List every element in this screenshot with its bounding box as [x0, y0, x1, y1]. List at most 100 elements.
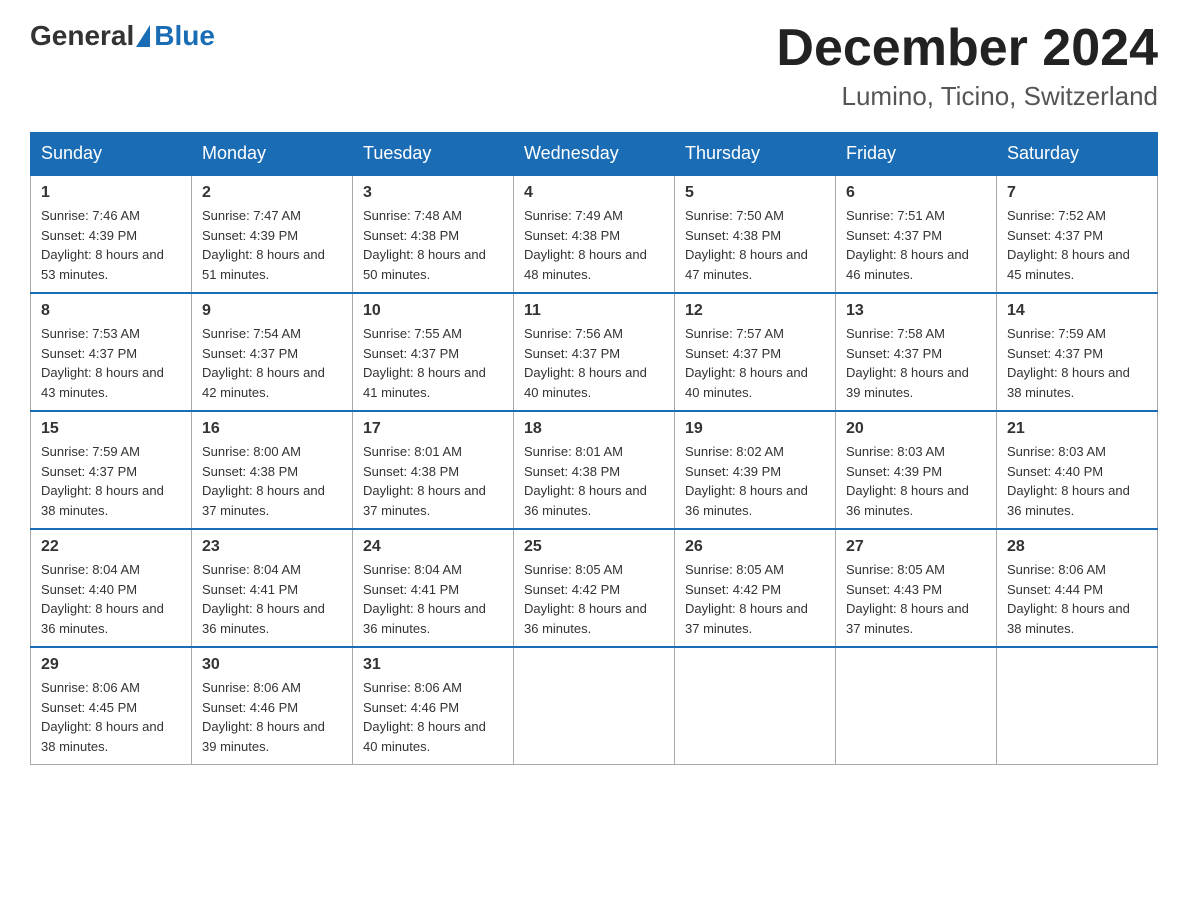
col-tuesday: Tuesday [353, 133, 514, 176]
day-number: 15 [41, 420, 181, 438]
day-number: 4 [524, 184, 664, 202]
calendar-day-cell [514, 647, 675, 765]
calendar-day-cell: 12 Sunrise: 7:57 AM Sunset: 4:37 PM Dayl… [675, 293, 836, 411]
day-info: Sunrise: 7:48 AM Sunset: 4:38 PM Dayligh… [363, 206, 503, 284]
day-info: Sunrise: 8:05 AM Sunset: 4:42 PM Dayligh… [685, 560, 825, 638]
col-friday: Friday [836, 133, 997, 176]
calendar-day-cell: 6 Sunrise: 7:51 AM Sunset: 4:37 PM Dayli… [836, 175, 997, 293]
day-info: Sunrise: 7:56 AM Sunset: 4:37 PM Dayligh… [524, 324, 664, 402]
day-number: 18 [524, 420, 664, 438]
day-info: Sunrise: 7:53 AM Sunset: 4:37 PM Dayligh… [41, 324, 181, 402]
day-number: 7 [1007, 184, 1147, 202]
day-info: Sunrise: 7:57 AM Sunset: 4:37 PM Dayligh… [685, 324, 825, 402]
calendar-day-cell: 28 Sunrise: 8:06 AM Sunset: 4:44 PM Dayl… [997, 529, 1158, 647]
month-title: December 2024 [776, 20, 1158, 77]
col-monday: Monday [192, 133, 353, 176]
calendar-day-cell: 8 Sunrise: 7:53 AM Sunset: 4:37 PM Dayli… [31, 293, 192, 411]
calendar-header-row: Sunday Monday Tuesday Wednesday Thursday… [31, 133, 1158, 176]
day-number: 21 [1007, 420, 1147, 438]
col-thursday: Thursday [675, 133, 836, 176]
day-number: 3 [363, 184, 503, 202]
day-number: 14 [1007, 302, 1147, 320]
calendar-day-cell: 17 Sunrise: 8:01 AM Sunset: 4:38 PM Dayl… [353, 411, 514, 529]
calendar-day-cell [997, 647, 1158, 765]
day-info: Sunrise: 8:06 AM Sunset: 4:44 PM Dayligh… [1007, 560, 1147, 638]
calendar-day-cell: 18 Sunrise: 8:01 AM Sunset: 4:38 PM Dayl… [514, 411, 675, 529]
calendar-day-cell: 27 Sunrise: 8:05 AM Sunset: 4:43 PM Dayl… [836, 529, 997, 647]
col-wednesday: Wednesday [514, 133, 675, 176]
day-info: Sunrise: 7:54 AM Sunset: 4:37 PM Dayligh… [202, 324, 342, 402]
day-info: Sunrise: 8:02 AM Sunset: 4:39 PM Dayligh… [685, 442, 825, 520]
day-info: Sunrise: 7:58 AM Sunset: 4:37 PM Dayligh… [846, 324, 986, 402]
calendar-day-cell: 30 Sunrise: 8:06 AM Sunset: 4:46 PM Dayl… [192, 647, 353, 765]
day-number: 9 [202, 302, 342, 320]
day-info: Sunrise: 8:05 AM Sunset: 4:42 PM Dayligh… [524, 560, 664, 638]
day-info: Sunrise: 8:01 AM Sunset: 4:38 PM Dayligh… [363, 442, 503, 520]
calendar-day-cell: 14 Sunrise: 7:59 AM Sunset: 4:37 PM Dayl… [997, 293, 1158, 411]
calendar-day-cell: 7 Sunrise: 7:52 AM Sunset: 4:37 PM Dayli… [997, 175, 1158, 293]
page-header: General Blue December 2024 Lumino, Ticin… [30, 20, 1158, 112]
day-info: Sunrise: 7:50 AM Sunset: 4:38 PM Dayligh… [685, 206, 825, 284]
logo: General Blue [30, 20, 215, 52]
day-info: Sunrise: 8:06 AM Sunset: 4:46 PM Dayligh… [202, 678, 342, 756]
title-block: December 2024 Lumino, Ticino, Switzerlan… [776, 20, 1158, 112]
day-number: 12 [685, 302, 825, 320]
calendar-day-cell: 5 Sunrise: 7:50 AM Sunset: 4:38 PM Dayli… [675, 175, 836, 293]
day-number: 8 [41, 302, 181, 320]
day-number: 22 [41, 538, 181, 556]
day-info: Sunrise: 8:06 AM Sunset: 4:45 PM Dayligh… [41, 678, 181, 756]
day-number: 5 [685, 184, 825, 202]
day-number: 29 [41, 656, 181, 674]
day-number: 19 [685, 420, 825, 438]
day-number: 11 [524, 302, 664, 320]
day-number: 24 [363, 538, 503, 556]
calendar-day-cell: 9 Sunrise: 7:54 AM Sunset: 4:37 PM Dayli… [192, 293, 353, 411]
location: Lumino, Ticino, Switzerland [776, 81, 1158, 112]
day-info: Sunrise: 7:51 AM Sunset: 4:37 PM Dayligh… [846, 206, 986, 284]
day-number: 10 [363, 302, 503, 320]
calendar-day-cell: 3 Sunrise: 7:48 AM Sunset: 4:38 PM Dayli… [353, 175, 514, 293]
calendar-table: Sunday Monday Tuesday Wednesday Thursday… [30, 132, 1158, 765]
calendar-day-cell: 22 Sunrise: 8:04 AM Sunset: 4:40 PM Dayl… [31, 529, 192, 647]
col-sunday: Sunday [31, 133, 192, 176]
logo-triangle-icon [136, 25, 150, 47]
day-info: Sunrise: 8:06 AM Sunset: 4:46 PM Dayligh… [363, 678, 503, 756]
day-number: 31 [363, 656, 503, 674]
calendar-day-cell: 13 Sunrise: 7:58 AM Sunset: 4:37 PM Dayl… [836, 293, 997, 411]
logo-general-text: General [30, 20, 134, 52]
calendar-day-cell: 24 Sunrise: 8:04 AM Sunset: 4:41 PM Dayl… [353, 529, 514, 647]
day-info: Sunrise: 8:04 AM Sunset: 4:41 PM Dayligh… [363, 560, 503, 638]
calendar-day-cell: 4 Sunrise: 7:49 AM Sunset: 4:38 PM Dayli… [514, 175, 675, 293]
day-number: 20 [846, 420, 986, 438]
day-number: 17 [363, 420, 503, 438]
day-number: 27 [846, 538, 986, 556]
day-info: Sunrise: 7:59 AM Sunset: 4:37 PM Dayligh… [1007, 324, 1147, 402]
calendar-week-row: 8 Sunrise: 7:53 AM Sunset: 4:37 PM Dayli… [31, 293, 1158, 411]
calendar-day-cell: 21 Sunrise: 8:03 AM Sunset: 4:40 PM Dayl… [997, 411, 1158, 529]
day-info: Sunrise: 8:04 AM Sunset: 4:40 PM Dayligh… [41, 560, 181, 638]
calendar-week-row: 15 Sunrise: 7:59 AM Sunset: 4:37 PM Dayl… [31, 411, 1158, 529]
calendar-day-cell: 10 Sunrise: 7:55 AM Sunset: 4:37 PM Dayl… [353, 293, 514, 411]
calendar-week-row: 1 Sunrise: 7:46 AM Sunset: 4:39 PM Dayli… [31, 175, 1158, 293]
day-info: Sunrise: 8:01 AM Sunset: 4:38 PM Dayligh… [524, 442, 664, 520]
day-number: 16 [202, 420, 342, 438]
day-number: 2 [202, 184, 342, 202]
day-number: 6 [846, 184, 986, 202]
calendar-day-cell: 16 Sunrise: 8:00 AM Sunset: 4:38 PM Dayl… [192, 411, 353, 529]
calendar-day-cell: 25 Sunrise: 8:05 AM Sunset: 4:42 PM Dayl… [514, 529, 675, 647]
day-info: Sunrise: 7:49 AM Sunset: 4:38 PM Dayligh… [524, 206, 664, 284]
calendar-week-row: 22 Sunrise: 8:04 AM Sunset: 4:40 PM Dayl… [31, 529, 1158, 647]
logo-blue-text: Blue [154, 20, 215, 52]
calendar-day-cell: 1 Sunrise: 7:46 AM Sunset: 4:39 PM Dayli… [31, 175, 192, 293]
day-number: 30 [202, 656, 342, 674]
calendar-day-cell: 31 Sunrise: 8:06 AM Sunset: 4:46 PM Dayl… [353, 647, 514, 765]
calendar-day-cell: 2 Sunrise: 7:47 AM Sunset: 4:39 PM Dayli… [192, 175, 353, 293]
calendar-day-cell [675, 647, 836, 765]
day-info: Sunrise: 7:59 AM Sunset: 4:37 PM Dayligh… [41, 442, 181, 520]
day-info: Sunrise: 8:03 AM Sunset: 4:40 PM Dayligh… [1007, 442, 1147, 520]
calendar-day-cell [836, 647, 997, 765]
calendar-week-row: 29 Sunrise: 8:06 AM Sunset: 4:45 PM Dayl… [31, 647, 1158, 765]
calendar-day-cell: 29 Sunrise: 8:06 AM Sunset: 4:45 PM Dayl… [31, 647, 192, 765]
day-number: 28 [1007, 538, 1147, 556]
day-info: Sunrise: 8:00 AM Sunset: 4:38 PM Dayligh… [202, 442, 342, 520]
